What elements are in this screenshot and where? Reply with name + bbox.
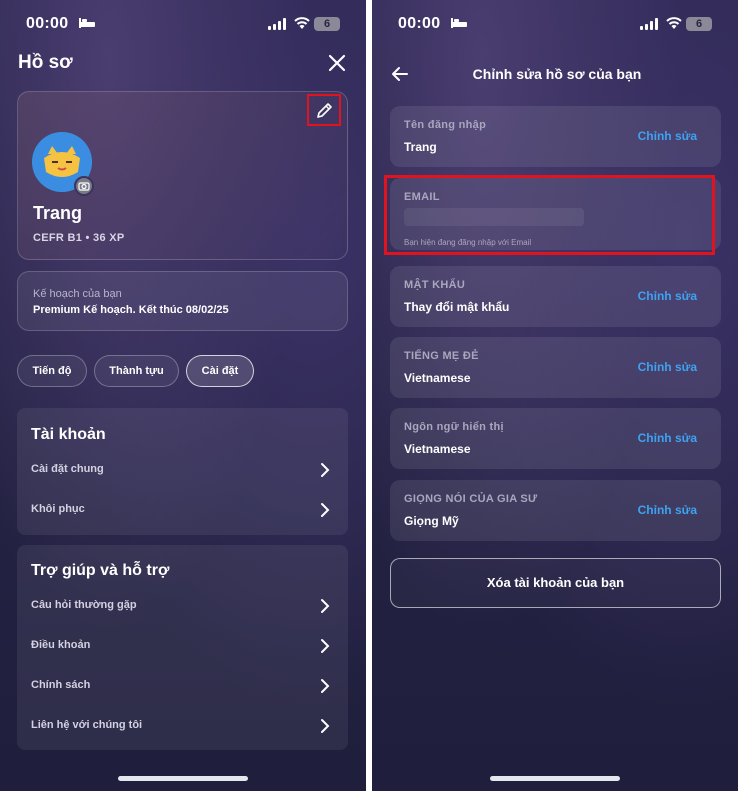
section-title: Trợ giúp và hỗ trợ	[31, 562, 170, 579]
native-language-field: TIẾNG MẸ ĐẺ Vietnamese Chỉnh sửa	[390, 337, 721, 398]
wifi-icon	[294, 17, 310, 29]
menu-item-label: Chính sách	[31, 679, 91, 691]
cellular-signal-icon	[640, 18, 658, 30]
home-indicator[interactable]	[490, 776, 620, 781]
status-bar: 00:00 6	[0, 12, 366, 36]
highlight-box	[384, 175, 715, 255]
profile-name: Trang	[33, 203, 83, 223]
menu-item-restore[interactable]: Khôi phục	[31, 499, 334, 521]
plan-card[interactable]: Kế hoạch của bạn Premium Kế hoạch. Kết t…	[17, 271, 348, 331]
camera-icon[interactable]	[74, 176, 94, 196]
status-time: 00:00	[398, 15, 441, 32]
chevron-right-icon	[321, 463, 330, 477]
edit-tutor-voice-button[interactable]: Chỉnh sửa	[638, 503, 697, 517]
menu-item-general-settings[interactable]: Cài đặt chung	[31, 459, 334, 481]
chevron-right-icon	[321, 679, 330, 693]
delete-account-button[interactable]: Xóa tài khoản của bạn	[390, 558, 721, 608]
edit-profile-button[interactable]	[307, 94, 341, 126]
menu-item-label: Khôi phục	[31, 503, 85, 515]
tab-achievements[interactable]: Thành tựu	[94, 355, 179, 387]
field-label: TIẾNG MẸ ĐẺ	[404, 350, 479, 362]
page-title: Chỉnh sửa hồ sơ của bạn	[472, 66, 642, 82]
menu-item-contact[interactable]: Liên hệ với chúng tôi	[31, 715, 334, 737]
status-time: 00:00	[26, 15, 69, 32]
edit-password-button[interactable]: Chỉnh sửa	[638, 289, 697, 303]
field-value: Vietnamese	[404, 442, 471, 456]
field-label: MẬT KHẨU	[404, 279, 466, 291]
battery-icon: 6	[686, 17, 712, 31]
field-label: Ngôn ngữ hiển thị	[404, 421, 504, 433]
profile-screen: 00:00 6 Hồ sơ Trang CEFR B1 • 36 XP Kế h…	[0, 0, 366, 791]
edit-profile-screen: 00:00 6 Chỉnh sửa hồ sơ của bạn Tên đăng…	[372, 0, 738, 791]
cellular-signal-icon	[268, 18, 286, 30]
field-label: GIỌNG NÓI CỦA GIA SƯ	[404, 493, 538, 505]
account-section: Tài khoản Cài đặt chung Khôi phục	[17, 408, 348, 535]
profile-card: Trang CEFR B1 • 36 XP	[17, 91, 348, 260]
edit-display-language-button[interactable]: Chỉnh sửa	[638, 431, 697, 445]
field-value: Giọng Mỹ	[404, 514, 459, 528]
pencil-icon	[317, 103, 332, 118]
menu-item-terms[interactable]: Điều khoản	[31, 635, 334, 657]
menu-item-label: Cài đặt chung	[31, 463, 104, 475]
menu-item-label: Điều khoản	[31, 639, 91, 651]
profile-level: CEFR B1 • 36 XP	[33, 232, 125, 244]
section-title: Tài khoản	[31, 426, 106, 443]
edit-native-language-button[interactable]: Chỉnh sửa	[638, 360, 697, 374]
edit-username-button[interactable]: Chỉnh sửa	[638, 129, 697, 143]
chevron-right-icon	[321, 503, 330, 517]
help-section: Trợ giúp và hỗ trợ Câu hỏi thường gặp Đi…	[17, 545, 348, 750]
plan-details: Premium Kế hoạch. Kết thúc 08/02/25	[33, 304, 229, 316]
username-field: Tên đăng nhập Trang Chỉnh sửa	[390, 106, 721, 167]
field-value: Trang	[404, 140, 437, 154]
battery-icon: 6	[314, 17, 340, 31]
page-title: Hồ sơ	[18, 52, 73, 73]
close-icon[interactable]	[326, 52, 348, 74]
field-label: Tên đăng nhập	[404, 119, 487, 131]
tab-progress[interactable]: Tiến độ	[17, 355, 87, 387]
menu-item-label: Liên hệ với chúng tôi	[31, 719, 143, 731]
menu-item-faq[interactable]: Câu hỏi thường gặp	[31, 595, 334, 617]
menu-item-policy[interactable]: Chính sách	[31, 675, 334, 697]
plan-label: Kế hoạch của bạn	[33, 288, 122, 300]
status-bar: 00:00 6	[372, 12, 738, 36]
chevron-right-icon	[321, 599, 330, 613]
chevron-right-icon	[321, 639, 330, 653]
field-value: Thay đổi mật khẩu	[404, 300, 510, 314]
chevron-right-icon	[321, 719, 330, 733]
sleep-icon	[78, 16, 96, 32]
tab-settings[interactable]: Cài đặt	[186, 355, 254, 387]
field-value: Vietnamese	[404, 371, 471, 385]
wifi-icon	[666, 17, 682, 29]
tutor-voice-field: GIỌNG NÓI CỦA GIA SƯ Giọng Mỹ Chỉnh sửa	[390, 480, 721, 541]
menu-item-label: Câu hỏi thường gặp	[31, 599, 137, 611]
display-language-field: Ngôn ngữ hiển thị Vietnamese Chỉnh sửa	[390, 408, 721, 469]
sleep-icon	[450, 16, 468, 32]
password-field: MẬT KHẨU Thay đổi mật khẩu Chỉnh sửa	[390, 266, 721, 327]
home-indicator[interactable]	[118, 776, 248, 781]
